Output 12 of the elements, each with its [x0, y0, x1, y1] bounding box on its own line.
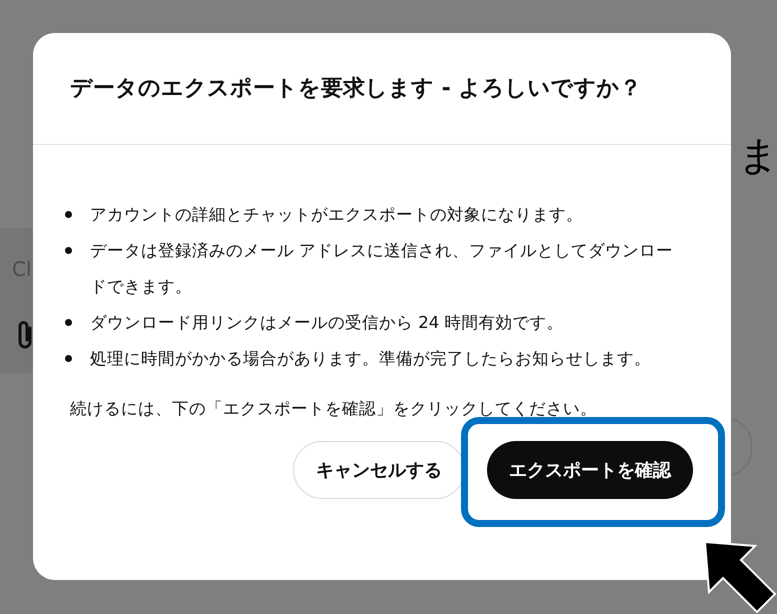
- bullet-icon: [65, 247, 72, 254]
- list-item-text: データは登録済みのメール アドレスに送信され、ファイルとしてダウンロードできます。: [90, 240, 674, 298]
- bullet-icon: [65, 355, 72, 362]
- confirm-button[interactable]: エクスポートを確認: [487, 441, 693, 499]
- bullet-icon: [65, 211, 72, 218]
- list-item-text: ダウンロード用リンクはメールの受信から 24 時間有効です。: [90, 312, 564, 334]
- heading-text: ま: [738, 132, 777, 180]
- bullet-icon: [65, 319, 72, 326]
- list-item-text: 処理に時間がかかる場合があります。準備が完了したらお知らせします。: [90, 348, 651, 370]
- dialog-title: データのエクスポートを要求します - よろしいですか？: [70, 75, 642, 103]
- list-item-text: アカウントの詳細とチャットがエクスポートの対象になります。: [90, 204, 583, 226]
- instruction-text: 続けるには、下の「エクスポートを確認」をクリックしてください。: [70, 398, 598, 420]
